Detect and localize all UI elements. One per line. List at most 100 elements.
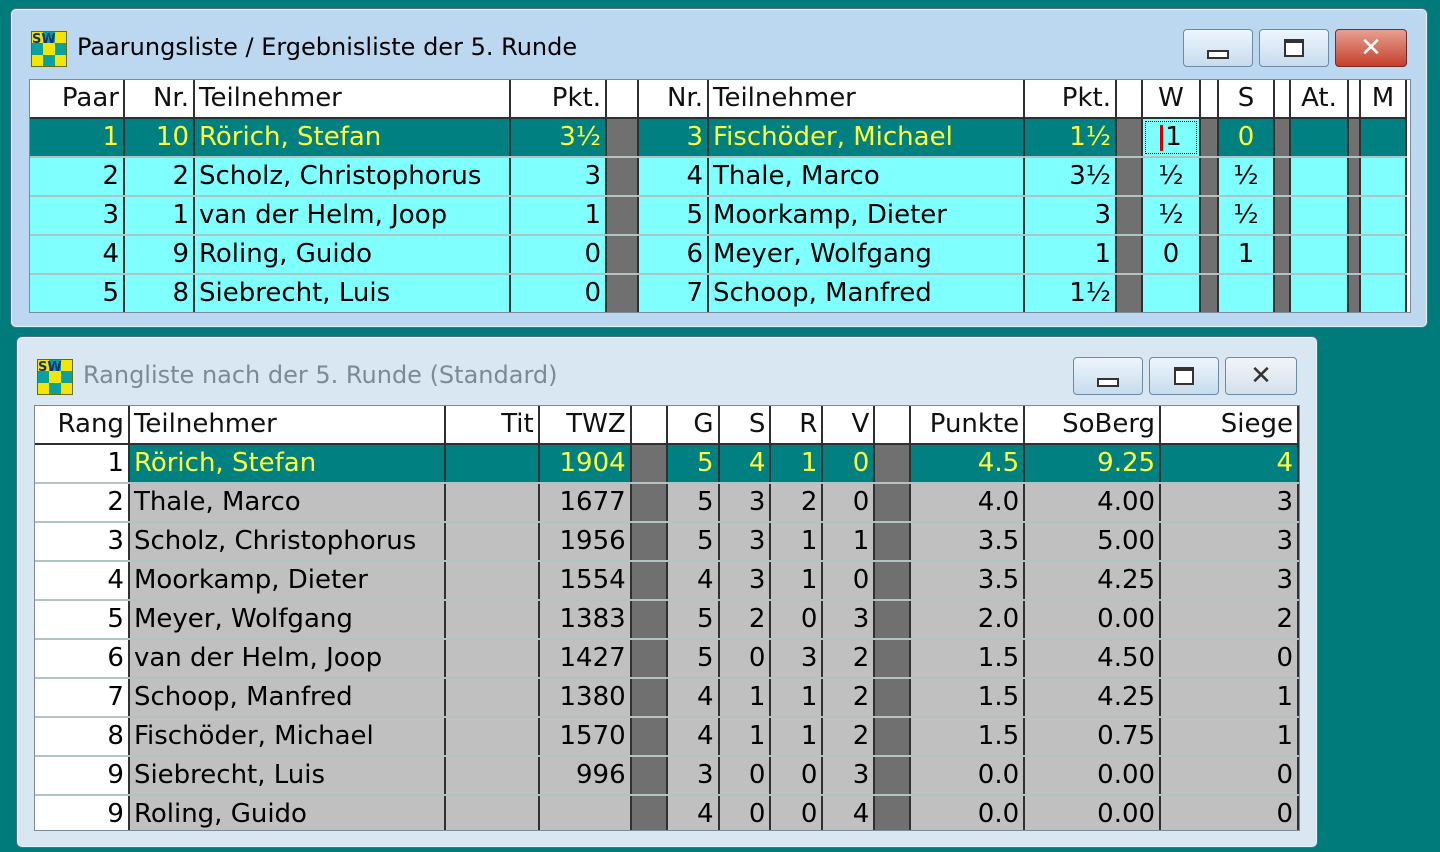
at-cell[interactable] xyxy=(1290,274,1349,312)
player-name[interactable]: Scholz, Christophorus xyxy=(128,522,446,562)
col-pkt-white[interactable]: Pkt. xyxy=(510,80,607,119)
col-pkt-black[interactable]: Pkt. xyxy=(1024,80,1117,119)
col-siege[interactable]: Siege xyxy=(1160,406,1299,445)
result-black-input[interactable]: 1 xyxy=(1218,235,1275,275)
player-title xyxy=(444,795,540,830)
col-name-black[interactable]: Teilnehmer xyxy=(708,80,1025,119)
col-s[interactable]: S xyxy=(718,406,772,445)
black-player-name[interactable]: Moorkamp, Dieter xyxy=(708,196,1025,236)
result-black-input[interactable]: 0 xyxy=(1218,118,1275,158)
player-name[interactable]: Roling, Guido xyxy=(128,795,446,830)
col-result-black[interactable]: S xyxy=(1218,80,1275,119)
at-cell[interactable] xyxy=(1290,196,1349,236)
white-player-name[interactable]: van der Helm, Joop xyxy=(194,196,511,236)
ranking-row[interactable]: 9 Siebrecht, Luis 996 3 0 0 3 0.0 0.00 0 xyxy=(35,756,1299,796)
ranking-row[interactable]: 8 Fischöder, Michael 1570 4 1 1 2 1.5 0.75 1 xyxy=(35,717,1299,757)
result-black-input[interactable]: ½ xyxy=(1218,157,1275,197)
ranking-row[interactable]: 1 Rörich, Stefan 1904 5 4 1 0 4.5 9.25 4 xyxy=(35,444,1299,484)
close-button[interactable]: ✕ xyxy=(1225,357,1297,395)
sonneborn-berger: 5.00 xyxy=(1024,522,1162,562)
minimize-button[interactable] xyxy=(1183,29,1253,67)
col-paar[interactable]: Paar xyxy=(30,80,125,119)
result-black-input[interactable]: ½ xyxy=(1218,196,1275,236)
result-black-input[interactable] xyxy=(1218,274,1275,312)
m-cell[interactable] xyxy=(1360,157,1407,197)
pairing-row[interactable]: 2 2 Scholz, Christophorus 3 4 Thale, Marco 3½ ½… xyxy=(30,157,1407,197)
col-name-white[interactable]: Teilnehmer xyxy=(194,80,511,119)
ranking-row[interactable]: 4 Moorkamp, Dieter 1554 4 3 1 0 3.5 4.25 3 xyxy=(35,561,1299,601)
pairing-row[interactable]: 4 9 Roling, Guido 0 6 Meyer, Wolfgang 1 0 1 xyxy=(30,235,1407,275)
result-white-input[interactable]: ½ xyxy=(1142,157,1201,197)
pairing-titlebar[interactable]: SW Paarungsliste / Ergebnisliste der 5. … xyxy=(11,9,1427,71)
col-result-white[interactable]: W xyxy=(1142,80,1201,119)
ranking-titlebar[interactable]: SW Rangliste nach der 5. Runde (Standard… xyxy=(17,337,1317,399)
white-player-name[interactable]: Roling, Guido xyxy=(194,235,511,275)
result-white-input[interactable]: 1 xyxy=(1142,118,1201,158)
column-separator xyxy=(874,678,912,718)
column-separator xyxy=(874,717,912,757)
sonneborn-berger: 0.75 xyxy=(1024,717,1162,757)
ranking-row[interactable]: 6 van der Helm, Joop 1427 5 0 3 2 1.5 4.50 0 xyxy=(35,639,1299,679)
m-cell[interactable] xyxy=(1360,196,1407,236)
ranking-window[interactable]: SW Rangliste nach der 5. Runde (Standard… xyxy=(16,336,1318,848)
at-cell[interactable] xyxy=(1290,235,1349,275)
black-player-name[interactable]: Schoop, Manfred xyxy=(708,274,1025,312)
player-name[interactable]: Thale, Marco xyxy=(128,483,446,523)
white-player-name[interactable]: Siebrecht, Luis xyxy=(194,274,511,312)
ranking-row[interactable]: 9 Roling, Guido 4 0 0 4 0.0 0.00 0 xyxy=(35,795,1299,830)
m-cell[interactable] xyxy=(1360,274,1407,312)
minimize-button[interactable] xyxy=(1073,357,1143,395)
close-button[interactable]: ✕ xyxy=(1335,29,1407,67)
col-tit[interactable]: Tit xyxy=(444,406,540,445)
player-name[interactable]: van der Helm, Joop xyxy=(128,639,446,679)
player-name[interactable]: Schoop, Manfred xyxy=(128,678,446,718)
m-cell[interactable] xyxy=(1360,118,1407,158)
col-nr-black[interactable]: Nr. xyxy=(638,80,709,119)
points: 3.5 xyxy=(910,522,1026,562)
pairing-row[interactable]: 5 8 Siebrecht, Luis 0 7 Schoop, Manfred 1½ xyxy=(30,274,1407,312)
col-soberg[interactable]: SoBerg xyxy=(1024,406,1162,445)
victories: 3 xyxy=(1160,483,1299,523)
ranking-row[interactable]: 3 Scholz, Christophorus 1956 5 3 1 1 3.5 5.00 3 xyxy=(35,522,1299,562)
white-player-name[interactable]: Rörich, Stefan xyxy=(194,118,511,158)
col-rang[interactable]: Rang xyxy=(35,406,130,445)
col-twz[interactable]: TWZ xyxy=(538,406,632,445)
player-name[interactable]: Siebrecht, Luis xyxy=(128,756,446,796)
losses: 2 xyxy=(822,678,876,718)
result-white-input[interactable]: ½ xyxy=(1142,196,1201,236)
white-player-name[interactable]: Scholz, Christophorus xyxy=(194,157,511,197)
pairing-window[interactable]: SW Paarungsliste / Ergebnisliste der 5. … xyxy=(10,8,1428,328)
player-name[interactable]: Rörich, Stefan xyxy=(128,444,446,484)
pairing-row[interactable]: 1 10 Rörich, Stefan 3½ 3 Fischöder, Michael 1½… xyxy=(30,118,1407,158)
col-g[interactable]: G xyxy=(666,406,720,445)
col-nr-white[interactable]: Nr. xyxy=(124,80,195,119)
at-cell[interactable] xyxy=(1290,118,1349,158)
col-at[interactable]: At. xyxy=(1290,80,1349,119)
at-cell[interactable] xyxy=(1290,157,1349,197)
maximize-icon xyxy=(1174,367,1194,385)
col-teilnehmer[interactable]: Teilnehmer xyxy=(128,406,446,445)
col-r[interactable]: R xyxy=(770,406,824,445)
player-name[interactable]: Meyer, Wolfgang xyxy=(128,600,446,640)
ranking-grid[interactable]: Rang Teilnehmer Tit TWZ G S R V Punkte S… xyxy=(34,405,1300,831)
result-white-input[interactable]: 0 xyxy=(1142,235,1201,275)
player-name[interactable]: Moorkamp, Dieter xyxy=(128,561,446,601)
black-player-name[interactable]: Thale, Marco xyxy=(708,157,1025,197)
col-m[interactable]: M xyxy=(1360,80,1407,119)
pairing-grid[interactable]: Paar Nr. Teilnehmer Pkt. Nr. Teilnehmer … xyxy=(29,79,1411,313)
result-white-input[interactable] xyxy=(1142,274,1201,312)
black-player-name[interactable]: Meyer, Wolfgang xyxy=(708,235,1025,275)
pairing-row[interactable]: 3 1 van der Helm, Joop 1 5 Moorkamp, Dieter 3 ½… xyxy=(30,196,1407,236)
maximize-button[interactable] xyxy=(1149,357,1219,395)
m-cell[interactable] xyxy=(1360,235,1407,275)
player-name[interactable]: Fischöder, Michael xyxy=(128,717,446,757)
col-punkte[interactable]: Punkte xyxy=(910,406,1026,445)
ranking-header-row: Rang Teilnehmer Tit TWZ G S R V Punkte S… xyxy=(35,406,1299,445)
ranking-row[interactable]: 7 Schoop, Manfred 1380 4 1 1 2 1.5 4.25 1 xyxy=(35,678,1299,718)
ranking-row[interactable]: 5 Meyer, Wolfgang 1383 5 2 0 3 2.0 0.00 2 xyxy=(35,600,1299,640)
draws: 2 xyxy=(770,483,824,523)
maximize-button[interactable] xyxy=(1259,29,1329,67)
black-player-name[interactable]: Fischöder, Michael xyxy=(708,118,1025,158)
ranking-row[interactable]: 2 Thale, Marco 1677 5 3 2 0 4.0 4.00 3 xyxy=(35,483,1299,523)
col-v[interactable]: V xyxy=(822,406,876,445)
